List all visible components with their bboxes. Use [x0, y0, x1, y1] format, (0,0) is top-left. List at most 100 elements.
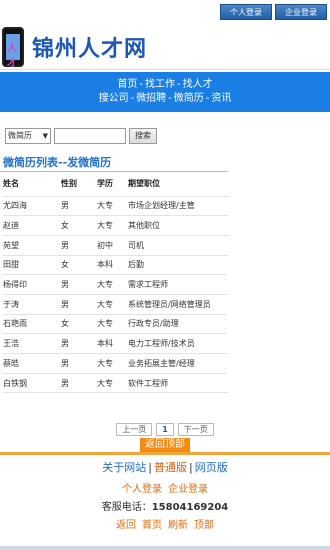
cell-name[interactable]: 白铁钢: [3, 373, 61, 394]
table-row[interactable]: 蔡皓男大专 业务拓展主管/经理: [3, 353, 228, 374]
header: 人才 锦州人才网: [0, 24, 330, 70]
current-page[interactable]: 1: [156, 423, 174, 437]
cell-position: 市场企划经理/主管: [128, 196, 228, 217]
cell-gender: 男: [61, 333, 97, 354]
back-to-top-button[interactable]: 返回顶部: [140, 438, 190, 453]
bottom-divider: [0, 546, 330, 550]
cell-gender: 男: [61, 274, 97, 295]
post-resume-link[interactable]: 发微简历: [67, 156, 111, 169]
cell-education: 大专: [97, 353, 128, 374]
nav-news[interactable]: 资讯: [211, 93, 231, 104]
service-phone: 客服电话：15804169204: [0, 498, 330, 513]
cell-position: 电力工程师/技术员: [128, 333, 228, 354]
footer: 关于网站 | 普通版 | 网页版 个人登录 企业登录 客服电话：15804169204 返…: [0, 452, 330, 539]
cell-education: 本科: [97, 255, 128, 276]
cell-position: 软件工程师: [128, 373, 228, 394]
company-login-button[interactable]: 企业登录: [275, 4, 327, 20]
col-education: 学历: [97, 172, 128, 197]
cell-position: 其他职位: [128, 215, 228, 236]
cell-name[interactable]: 王浩: [3, 333, 61, 354]
cell-position: 行政专员/助理: [128, 314, 228, 335]
cell-education: 大专: [97, 294, 128, 315]
list-title: 微简历列表: [3, 156, 58, 169]
search-bar: 微简历 ▼ 搜索: [0, 122, 330, 150]
cell-education: 本科: [97, 333, 128, 354]
search-button[interactable]: 搜索: [129, 128, 157, 144]
table-header-row: 姓名 性别 学历 期望职位: [3, 172, 228, 197]
cell-gender: 男: [61, 294, 97, 315]
nav-micro-recruit[interactable]: 微招聘: [136, 93, 166, 104]
personal-login-button[interactable]: 个人登录: [220, 4, 272, 20]
cell-education: 大专: [97, 314, 128, 335]
cell-position: 司机: [128, 235, 228, 256]
footer-back-link[interactable]: 返回: [116, 520, 136, 531]
table-row[interactable]: 于涛男大专 系统管理员/网络管理员: [3, 294, 228, 315]
col-position: 期望职位: [128, 172, 228, 197]
pagination: 上一页 1 下一页: [0, 423, 330, 437]
chevron-down-icon: ▼: [42, 132, 48, 140]
table-row[interactable]: 王浩男本科 电力工程师/技术员: [3, 333, 228, 354]
cell-gender: 男: [61, 235, 97, 256]
search-type-value: 微简历: [8, 131, 32, 140]
table-row[interactable]: 尤四海男大专 市场企划经理/主管: [3, 196, 228, 217]
footer-company-login[interactable]: 企业登录: [168, 484, 208, 495]
cell-gender: 男: [61, 196, 97, 217]
cell-education: 初中: [97, 235, 128, 256]
about-link[interactable]: 关于网站: [102, 461, 146, 474]
next-page-button[interactable]: 下一页: [177, 423, 214, 437]
table-row[interactable]: 苑望男初中 司机: [3, 235, 228, 256]
table-row[interactable]: 白铁钢男大专 软件工程师: [3, 373, 228, 394]
table-row[interactable]: 杨得印男大专 需求工程师: [3, 274, 228, 295]
search-input[interactable]: [54, 128, 126, 144]
resume-table: 姓名 性别 学历 期望职位 尤四海男大专 市场企划经理/主管 赵迪女大专 其他职位 苑望…: [3, 172, 228, 394]
phone-number: 15804169204: [151, 502, 229, 514]
cell-gender: 男: [61, 353, 97, 374]
nav-search-company[interactable]: 搜公司: [99, 93, 129, 104]
cell-gender: 女: [61, 215, 97, 236]
footer-personal-login[interactable]: 个人登录: [122, 484, 162, 495]
nav-micro-resume[interactable]: 微简历: [174, 93, 204, 104]
footer-top-link[interactable]: 顶部: [194, 520, 214, 531]
web-version-link[interactable]: 网页版: [195, 461, 228, 474]
cell-education: 大专: [97, 373, 128, 394]
cell-position: 需求工程师: [128, 274, 228, 295]
cell-education: 大专: [97, 274, 128, 295]
site-title[interactable]: 锦州人才网: [32, 31, 147, 63]
prev-page-button[interactable]: 上一页: [116, 423, 153, 437]
cell-name[interactable]: 尤四海: [3, 196, 61, 217]
cell-name[interactable]: 于涛: [3, 294, 61, 315]
cell-education: 大专: [97, 196, 128, 217]
col-gender: 性别: [61, 172, 97, 197]
col-name: 姓名: [3, 172, 61, 197]
cell-name[interactable]: 蔡皓: [3, 353, 61, 374]
cell-education: 大专: [97, 215, 128, 236]
cell-name[interactable]: 苑望: [3, 235, 61, 256]
main-nav: 首页 - 找工作 - 找人才 搜公司 - 微招聘 - 微简历 - 资讯: [0, 72, 330, 112]
search-type-select[interactable]: 微简历 ▼: [5, 128, 51, 144]
table-row[interactable]: 田甜女本科 后勤: [3, 255, 228, 276]
table-row[interactable]: 赵迪女大专 其他职位: [3, 215, 228, 236]
cell-gender: 女: [61, 255, 97, 276]
nav-find-talent[interactable]: 找人才: [183, 79, 213, 90]
cell-position: 系统管理员/网络管理员: [128, 294, 228, 315]
logo-mark: 人才: [7, 42, 17, 69]
nav-find-job[interactable]: 找工作: [145, 79, 175, 90]
cell-name[interactable]: 田甜: [3, 255, 61, 276]
phone-label: 客服电话：: [101, 502, 152, 514]
top-bar: 个人登录 企业登录: [0, 0, 330, 24]
phone-logo-icon: 人才: [2, 26, 24, 69]
cell-position: 后勤: [128, 255, 228, 276]
normal-version-link[interactable]: 普通版: [154, 461, 187, 474]
cell-gender: 男: [61, 373, 97, 394]
table-row[interactable]: 石艳雨女大专 行政专员/助理: [3, 314, 228, 335]
nav-home[interactable]: 首页: [117, 79, 137, 90]
cell-name[interactable]: 赵迪: [3, 215, 61, 236]
cell-gender: 女: [61, 314, 97, 335]
footer-home-link[interactable]: 首页: [142, 520, 162, 531]
cell-name[interactable]: 石艳雨: [3, 314, 61, 335]
cell-position: 业务拓展主管/经理: [128, 353, 228, 374]
list-title-sep: --: [58, 156, 68, 169]
list-heading: 微简历列表--发微简历: [0, 154, 228, 172]
cell-name[interactable]: 杨得印: [3, 274, 61, 295]
footer-refresh-link[interactable]: 刷新: [168, 520, 188, 531]
